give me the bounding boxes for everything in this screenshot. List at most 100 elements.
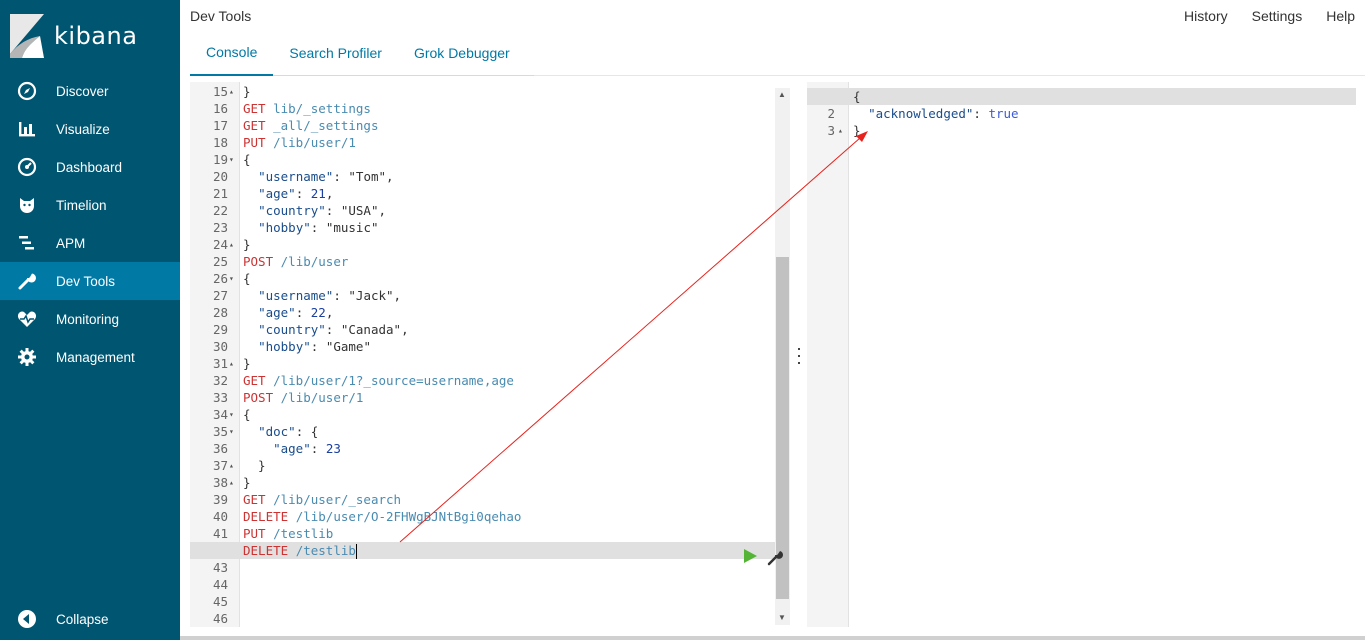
line-number: 43	[212, 560, 228, 575]
line-number: 28	[212, 305, 228, 320]
code-line: {	[243, 152, 251, 167]
tab-bar: Console Search Profiler Grok Debugger	[190, 30, 534, 76]
code-line: GET /lib/user/1?_source=username,age	[243, 373, 514, 388]
text-cursor	[355, 544, 357, 559]
line-number: 20	[212, 169, 228, 184]
tab-console[interactable]: Console	[190, 30, 274, 76]
code-line: "username": "Tom",	[258, 169, 394, 184]
line-number: 21	[212, 186, 228, 201]
gear-icon	[17, 347, 37, 367]
sidebar-item-dashboard[interactable]: Dashboard	[0, 148, 180, 186]
dashboard-icon	[17, 157, 37, 177]
line-number: 16	[212, 101, 228, 116]
page-title: Dev Tools	[190, 8, 252, 24]
kibana-logo-icon	[10, 14, 44, 58]
line-number: 46	[212, 611, 228, 626]
line-number: 25	[212, 254, 228, 269]
wrench-icon	[767, 551, 783, 566]
sidebar-item-label: Timelion	[56, 197, 107, 213]
timelion-icon	[17, 195, 37, 215]
code-line: "username": "Jack",	[258, 288, 402, 303]
fold-toggle[interactable]: ▴	[229, 355, 239, 372]
kibana-logo[interactable]: kibana	[10, 14, 137, 58]
code-line: }	[243, 237, 251, 252]
code-line: DELETE /testlib	[243, 543, 357, 559]
fold-toggle[interactable]: ▾	[229, 270, 239, 287]
help-link[interactable]: Help	[1326, 8, 1355, 24]
line-number: 22	[212, 203, 228, 218]
code-line: {	[243, 407, 251, 422]
code-line: PUT /lib/user/1	[243, 135, 356, 150]
line-number: 30	[212, 339, 228, 354]
sidebar-item-label: Monitoring	[56, 311, 120, 327]
sidebar-item-dev-tools[interactable]: Dev Tools	[0, 262, 180, 300]
line-number: 32	[212, 373, 228, 388]
code-line: POST /lib/user	[243, 254, 349, 269]
collapse-icon	[17, 609, 37, 629]
apm-icon	[17, 233, 37, 253]
line-number: 19	[212, 152, 228, 167]
request-actions-button[interactable]	[766, 548, 784, 566]
code-line: }	[243, 356, 251, 371]
sidebar-item-label: Management	[56, 349, 135, 365]
scroll-up-arrow[interactable]: ▲	[778, 90, 786, 99]
fold-toggle[interactable]: ▾	[229, 151, 239, 168]
code-line: "age": 23	[273, 441, 341, 456]
line-number: 41	[212, 526, 228, 541]
line-number: 34	[212, 407, 228, 422]
sidebar-item-label: Dashboard	[56, 159, 123, 175]
top-nav: History Settings Help	[1160, 8, 1355, 24]
tab-divider	[534, 75, 1365, 76]
line-number: 36	[212, 441, 228, 456]
line-number: 26	[212, 271, 228, 286]
tab-search-profiler[interactable]: Search Profiler	[273, 30, 398, 76]
line-number: 38	[212, 475, 228, 490]
sidebar-item-visualize[interactable]: Visualize	[0, 110, 180, 148]
fold-toggle[interactable]: ▾	[229, 406, 239, 423]
code-line: }	[243, 458, 266, 473]
code-line: "hobby": "Game"	[258, 339, 371, 354]
line-number: 40	[212, 509, 228, 524]
run-request-button[interactable]	[742, 548, 758, 564]
sidebar-item-discover[interactable]: Discover	[0, 72, 180, 110]
code-line: GET /lib/user/_search	[243, 492, 402, 507]
line-number: 39	[212, 492, 228, 507]
scroll-down-arrow[interactable]: ▼	[778, 613, 786, 622]
fold-toggle[interactable]: ▴	[229, 236, 239, 253]
code-line: "country": "Canada",	[258, 322, 409, 337]
line-number: 27	[212, 288, 228, 303]
code-line: "hobby": "music"	[258, 220, 379, 235]
pane-resizer[interactable]	[796, 348, 802, 364]
line-number: 33	[212, 390, 228, 405]
sidebar-item-management[interactable]: Management	[0, 338, 180, 376]
logo-text: kibana	[54, 22, 138, 50]
sidebar-item-apm[interactable]: APM	[0, 224, 180, 262]
request-editor[interactable]: 15 ▴ 16 17 18 19 ▾ 20 21 22 23 24 ▴ 25 26 ▾ 27 28 29 30 31 ▴ 3…	[190, 82, 790, 627]
code-line: "acknowledged": true	[868, 106, 1019, 121]
line-number: 44	[212, 577, 228, 592]
line-number: 37	[212, 458, 228, 473]
output-active-line	[807, 88, 1356, 105]
bottom-border	[180, 636, 1365, 640]
line-number: 18	[212, 135, 228, 150]
code-line: "age": 21,	[258, 186, 334, 201]
line-number: 29	[212, 322, 228, 337]
sidebar-item-monitoring[interactable]: Monitoring	[0, 300, 180, 338]
line-number: 23	[212, 220, 228, 235]
collapse-button[interactable]: Collapse	[0, 600, 180, 638]
history-link[interactable]: History	[1184, 8, 1228, 24]
fold-toggle[interactable]: ▾	[229, 423, 239, 440]
code-line: }	[243, 84, 251, 99]
fold-toggle[interactable]: ▴	[229, 457, 239, 474]
fold-toggle[interactable]: ▴	[229, 474, 239, 491]
line-number: 45	[212, 594, 228, 609]
line-number: 17	[212, 118, 228, 133]
code-line: "age": 22,	[258, 305, 334, 320]
fold-toggle[interactable]: ▴	[838, 122, 843, 139]
sidebar-item-timelion[interactable]: Timelion	[0, 186, 180, 224]
settings-link[interactable]: Settings	[1252, 8, 1303, 24]
fold-toggle[interactable]: ▴	[229, 83, 239, 100]
tab-grok-debugger[interactable]: Grok Debugger	[398, 30, 526, 76]
output-gutter: 1▾23▴	[807, 82, 849, 627]
compass-icon	[17, 81, 37, 101]
